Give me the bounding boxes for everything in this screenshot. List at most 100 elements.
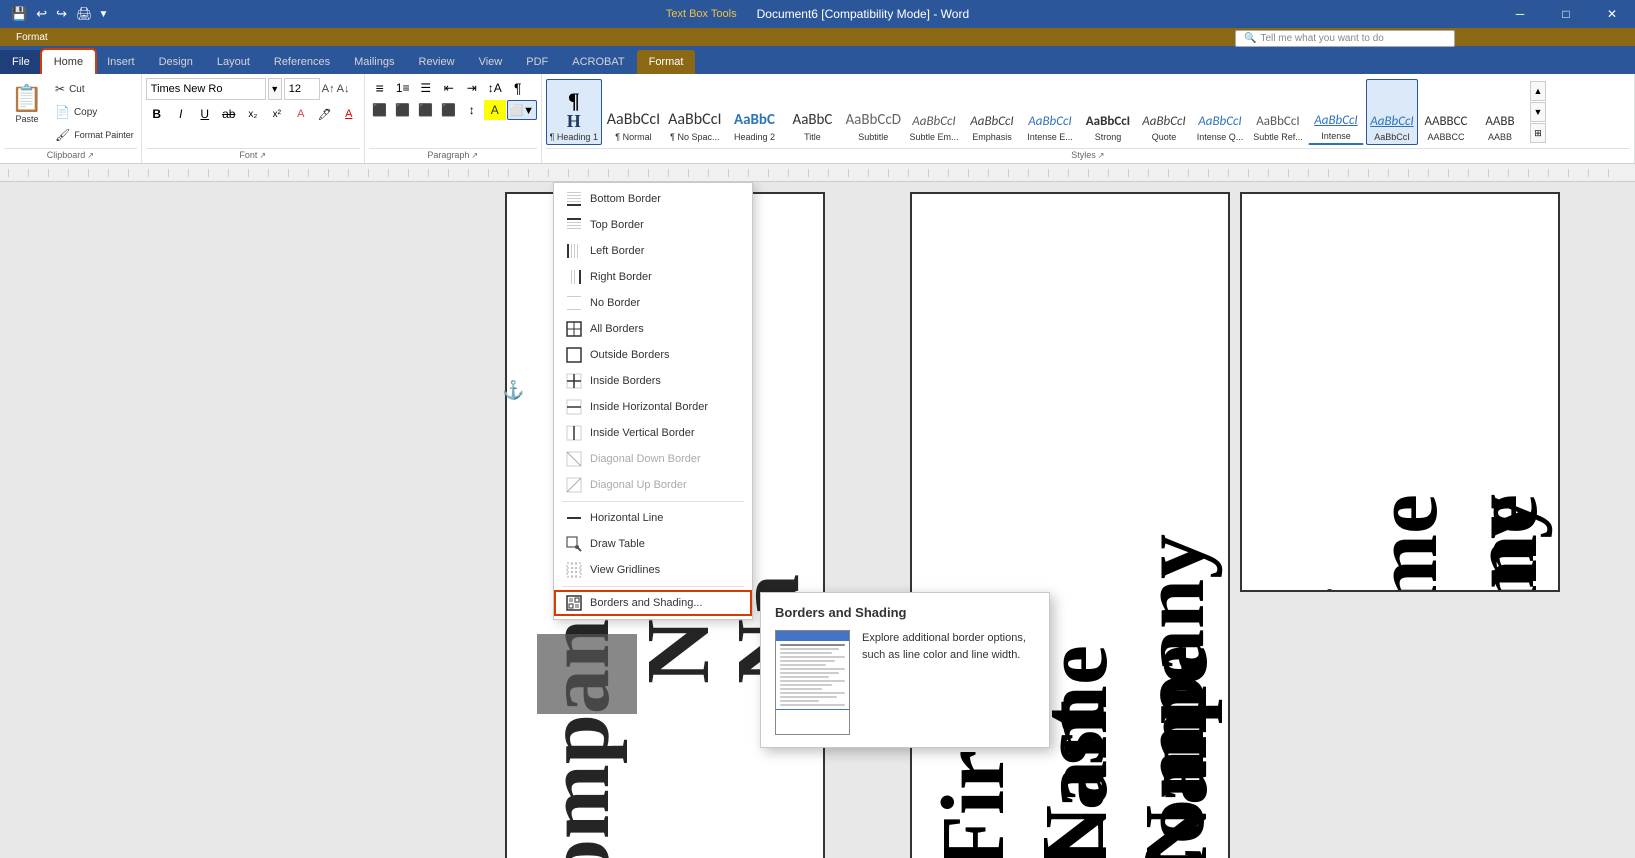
menu-item-inside-vertical[interactable]: Inside Vertical Border <box>554 420 752 446</box>
styles-scroll-up[interactable]: ▲ <box>1530 81 1546 101</box>
style-quote[interactable]: AaBbCcI Quote <box>1138 79 1190 145</box>
menu-item-left-border[interactable]: Left Border <box>554 238 752 264</box>
menu-item-inside-borders[interactable]: Inside Borders <box>554 368 752 394</box>
tab-pdf[interactable]: PDF <box>514 50 560 74</box>
print-icon[interactable]: 🖨 <box>73 4 96 24</box>
undo-icon[interactable]: ↩ <box>33 4 50 24</box>
underline-button[interactable]: U <box>194 103 216 125</box>
menu-item-all-borders[interactable]: All Borders <box>554 316 752 342</box>
style-emphasis[interactable]: AaBbCcI Emphasis <box>964 79 1020 145</box>
paragraph-expand-icon[interactable]: ↗ <box>471 151 478 160</box>
menu-item-no-border[interactable]: No Border <box>554 290 752 316</box>
tab-acrobat[interactable]: ACROBAT <box>560 50 636 74</box>
font-expand-icon[interactable]: ↗ <box>259 151 266 160</box>
tab-insert[interactable]: Insert <box>95 50 147 74</box>
menu-item-borders-shading[interactable]: Borders and Shading... <box>554 590 752 616</box>
font-size-input[interactable] <box>284 78 320 100</box>
borders-button[interactable]: ⬜▼ <box>507 100 537 120</box>
menu-item-diagonal-down[interactable]: Diagonal Down Border <box>554 446 752 472</box>
bold-button[interactable]: B <box>146 103 168 125</box>
minimize-button[interactable]: ─ <box>1497 0 1543 28</box>
strikethrough-button[interactable]: ab <box>218 103 240 125</box>
font-color-button[interactable]: A <box>338 103 360 125</box>
clipboard-label[interactable]: Clipboard ↗ <box>4 148 137 161</box>
menu-item-draw-table[interactable]: Draw Table <box>554 531 752 557</box>
style-strong[interactable]: AaBbCcI Strong <box>1080 79 1136 145</box>
style-title[interactable]: AaBbC Title <box>784 79 840 145</box>
superscript-button[interactable]: x² <box>266 103 288 125</box>
style-intense[interactable]: AaBbCcI Intense <box>1308 79 1364 145</box>
ruler <box>0 164 1635 182</box>
subscript-button[interactable]: x₂ <box>242 103 264 125</box>
tab-home[interactable]: Home <box>42 50 95 74</box>
cut-button[interactable]: ✂ Cut <box>52 78 137 100</box>
style-intense-e[interactable]: AaBbCcI Intense E... <box>1022 79 1078 145</box>
styles-expand-icon[interactable]: ↗ <box>1098 151 1105 160</box>
search-bar[interactable]: 🔍 Tell me what you want to do <box>1235 30 1455 47</box>
format-painter-button[interactable]: 🖌 Format Painter <box>52 124 137 146</box>
qat-dropdown-icon[interactable]: ▼ <box>99 9 109 20</box>
redo-icon[interactable]: ↪ <box>53 4 70 24</box>
styles-group: ¶ H ¶ Heading 1 AaBbCcI ¶ Normal AaBbCcI… <box>542 74 1635 163</box>
increase-indent[interactable]: ⇥ <box>461 78 483 98</box>
font-family-dropdown[interactable]: ▼ <box>268 78 282 100</box>
menu-item-inside-horizontal[interactable]: Inside Horizontal Border <box>554 394 752 420</box>
style-book-title[interactable]: AaBbCcI AaBbCcI <box>1366 79 1418 145</box>
tab-design[interactable]: Design <box>147 50 205 74</box>
align-left-button[interactable]: ⬛ <box>369 100 391 120</box>
menu-item-horizontal-line[interactable]: Horizontal Line <box>554 505 752 531</box>
shading-button[interactable]: A <box>484 100 506 120</box>
styles-scroll-down[interactable]: ▼ <box>1530 102 1546 122</box>
bullets-button[interactable]: ≡ <box>369 78 391 98</box>
decrease-indent[interactable]: ⇤ <box>438 78 460 98</box>
copy-button[interactable]: 📄 Copy <box>52 101 137 123</box>
justify-button[interactable]: ⬛ <box>438 100 460 120</box>
tab-mailings[interactable]: Mailings <box>342 50 406 74</box>
style-intense-q[interactable]: AaBbCcI Intense Q... <box>1192 79 1248 145</box>
text-highlight-button[interactable]: 🖊 <box>314 103 336 125</box>
show-formatting-button[interactable]: ¶ <box>507 78 529 98</box>
sort-button[interactable]: ↕A <box>484 78 506 98</box>
tab-file[interactable]: File <box>0 50 42 74</box>
style-normal[interactable]: AaBbCcI ¶ Normal <box>604 79 663 145</box>
text-effects-button[interactable]: A <box>290 103 312 125</box>
style-subtle-ref[interactable]: AaBbCcI Subtle Ref... <box>1250 79 1306 145</box>
styles-expand[interactable]: ⊞ <box>1530 123 1546 143</box>
tab-view[interactable]: View <box>467 50 515 74</box>
context-tab-format[interactable]: Format <box>0 28 64 46</box>
line-spacing-button[interactable]: ↕ <box>461 100 483 120</box>
menu-item-view-gridlines[interactable]: View Gridlines <box>554 557 752 583</box>
tab-review[interactable]: Review <box>407 50 467 74</box>
font-family-input[interactable] <box>146 78 266 100</box>
paste-button[interactable]: 📋 Paste <box>4 76 50 130</box>
tab-format-context[interactable]: Format <box>637 50 696 74</box>
tab-references[interactable]: References <box>262 50 342 74</box>
align-right-button[interactable]: ⬛ <box>415 100 437 120</box>
style-subtitle[interactable]: AaBbCcD Subtitle <box>842 79 903 145</box>
menu-item-bottom-border[interactable]: Bottom Border <box>554 186 752 212</box>
menu-item-top-border[interactable]: Top Border <box>554 212 752 238</box>
multilevel-button[interactable]: ☰ <box>415 78 437 98</box>
tab-layout[interactable]: Layout <box>205 50 262 74</box>
style-subtle-em[interactable]: AaBbCcI Subtle Em... <box>906 79 962 145</box>
paragraph-group-label[interactable]: Paragraph ↗ <box>369 148 537 161</box>
styles-group-label[interactable]: Styles ↗ <box>546 148 1630 161</box>
style-heading2[interactable]: AaBbC Heading 2 <box>726 79 782 145</box>
save-icon[interactable]: 💾 <box>8 4 30 24</box>
menu-item-right-border[interactable]: Right Border <box>554 264 752 290</box>
clipboard-expand-icon[interactable]: ↗ <box>87 151 94 160</box>
menu-item-outside-borders[interactable]: Outside Borders <box>554 342 752 368</box>
style-aabbcc1[interactable]: AABBCC AABBCC <box>1420 79 1472 145</box>
menu-item-diagonal-up[interactable]: Diagonal Up Border <box>554 472 752 498</box>
font-group-label[interactable]: Font ↗ <box>146 148 360 161</box>
numbering-button[interactable]: 1≡ <box>392 78 414 98</box>
style-aabb[interactable]: AABB AABB <box>1474 79 1526 145</box>
font-size-down-icon[interactable]: A↓ <box>337 83 350 95</box>
close-button[interactable]: ✕ <box>1589 0 1635 28</box>
style-heading1[interactable]: ¶ H ¶ Heading 1 <box>546 79 602 145</box>
align-center-button[interactable]: ⬛ <box>392 100 414 120</box>
italic-button[interactable]: I <box>170 103 192 125</box>
style-no-spacing[interactable]: AaBbCcI ¶ No Spac... <box>665 79 724 145</box>
maximize-button[interactable]: □ <box>1543 0 1589 28</box>
font-size-up-icon[interactable]: A↑ <box>322 83 335 95</box>
